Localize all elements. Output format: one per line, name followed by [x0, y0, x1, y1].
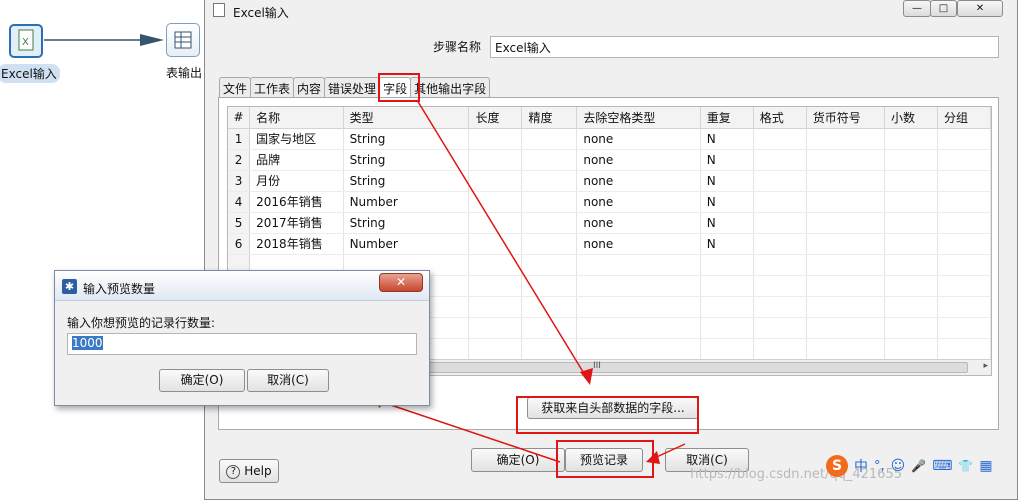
ime-logo-icon[interactable]: S: [826, 455, 848, 477]
ime-chinese-mode[interactable]: 中: [854, 456, 868, 476]
preview-dialog-close-button[interactable]: ✕: [379, 273, 423, 292]
preview-count-input[interactable]: 1000: [67, 333, 417, 355]
ime-keyboard-icon[interactable]: ⌨: [932, 458, 952, 474]
preview-cancel-button[interactable]: 取消(C): [247, 369, 329, 392]
preview-count-value: 1000: [72, 336, 103, 350]
preview-prompt-label: 输入你想预览的记录行数量:: [67, 314, 215, 331]
preview-dialog-titlebar: ✱ 输入预览数量 ✕: [55, 271, 429, 301]
preview-dialog-icon: ✱: [62, 279, 77, 294]
preview-ok-button[interactable]: 确定(O): [159, 369, 245, 392]
ime-skin-icon[interactable]: 👕: [958, 459, 973, 473]
ime-emoji-icon[interactable]: ☺: [891, 458, 906, 474]
ime-voice-icon[interactable]: 🎤: [911, 459, 926, 473]
annotation-arrows: [0, 0, 1018, 496]
ime-toolbar: S 中 °, ☺ 🎤 ⌨ 👕 ▦: [826, 452, 1018, 480]
ime-toolbox-icon[interactable]: ▦: [979, 458, 992, 474]
ime-punct-mode[interactable]: °,: [874, 459, 885, 474]
preview-dialog-title: 输入预览数量: [83, 280, 155, 297]
preview-size-dialog: ✱ 输入预览数量 ✕ 输入你想预览的记录行数量: 1000 确定(O) 取消(C…: [54, 270, 430, 406]
arrow-head: [646, 451, 660, 464]
